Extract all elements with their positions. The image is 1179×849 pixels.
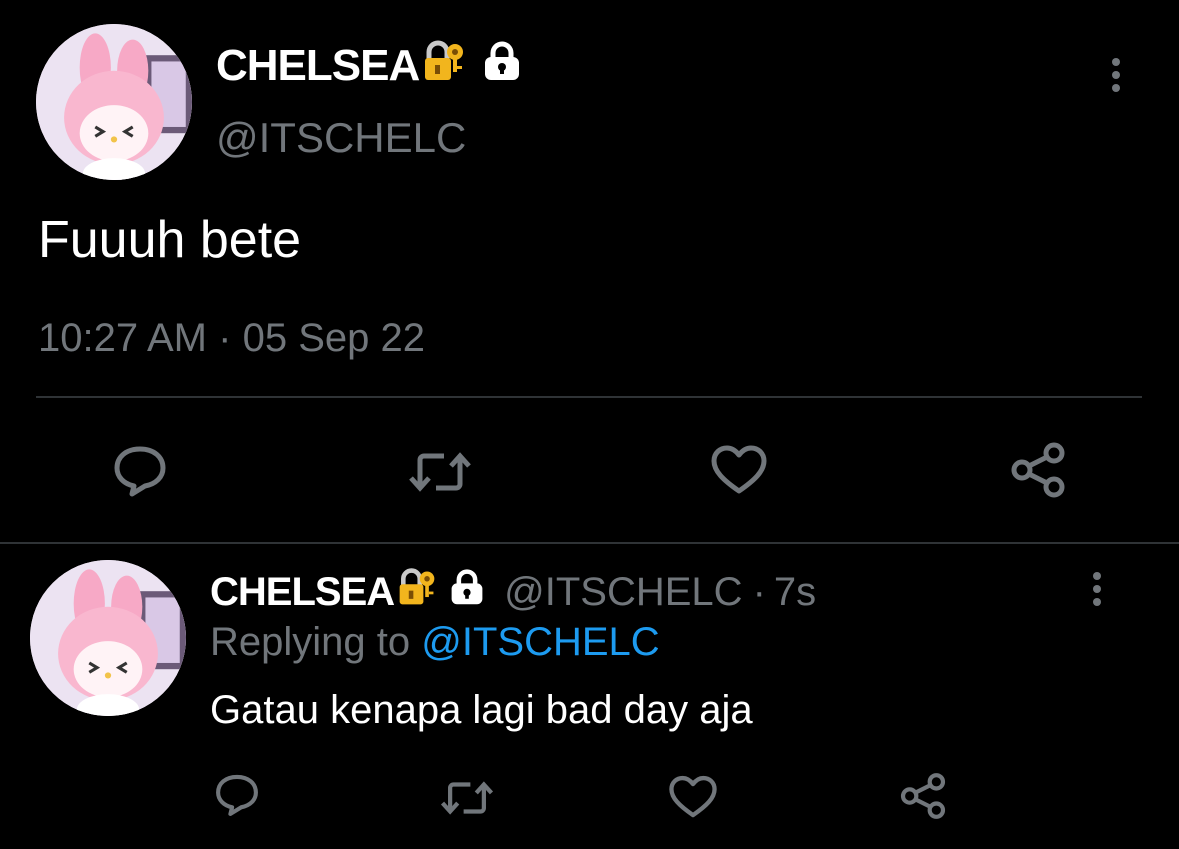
reply-icon[interactable] [214,772,260,818]
more-options-icon[interactable] [1092,572,1102,606]
reply-header: CHELSEA @ITSCHELC · 7s [210,566,816,618]
replying-handle-link[interactable]: @ITSCHELC [421,620,659,664]
tweet-timestamp[interactable]: 10:27 AM · 05 Sep 22 [38,316,425,361]
thread-divider [0,542,1179,544]
reply-icon[interactable] [112,444,168,498]
like-icon[interactable] [710,444,768,496]
more-options-icon[interactable] [1111,58,1121,92]
replying-to: Replying to @ITSCHELC [210,620,660,665]
divider [36,396,1142,398]
reply-age: 7s [773,569,817,614]
replying-prefix: Replying to [210,620,411,664]
lock-icon [448,568,486,616]
reply-handle[interactable]: @ITSCHELC [504,570,742,615]
main-avatar[interactable] [36,24,192,180]
reply-display-name[interactable]: CHELSEA [210,570,395,615]
share-icon[interactable] [1008,442,1068,498]
like-icon[interactable] [668,774,718,820]
retweet-icon[interactable] [408,446,472,498]
separator: · [752,569,766,614]
tweet-date: 05 Sep 22 [242,316,425,360]
locked-with-key-icon [396,566,438,618]
locked-with-key-icon [421,38,467,95]
reply-avatar[interactable] [30,560,186,716]
reply-text: Gatau kenapa lagi bad day aja [210,688,753,732]
share-icon[interactable] [898,772,948,820]
main-name-row: CHELSEA [216,38,523,94]
tweet-time: 10:27 AM [38,316,208,360]
lock-icon [481,40,523,93]
retweet-icon[interactable] [440,776,494,820]
handle[interactable]: @ITSCHELC [216,114,466,162]
tweet-text: Fuuuh bete [38,211,302,269]
separator: · [218,316,232,360]
display-name[interactable]: CHELSEA [216,41,420,91]
